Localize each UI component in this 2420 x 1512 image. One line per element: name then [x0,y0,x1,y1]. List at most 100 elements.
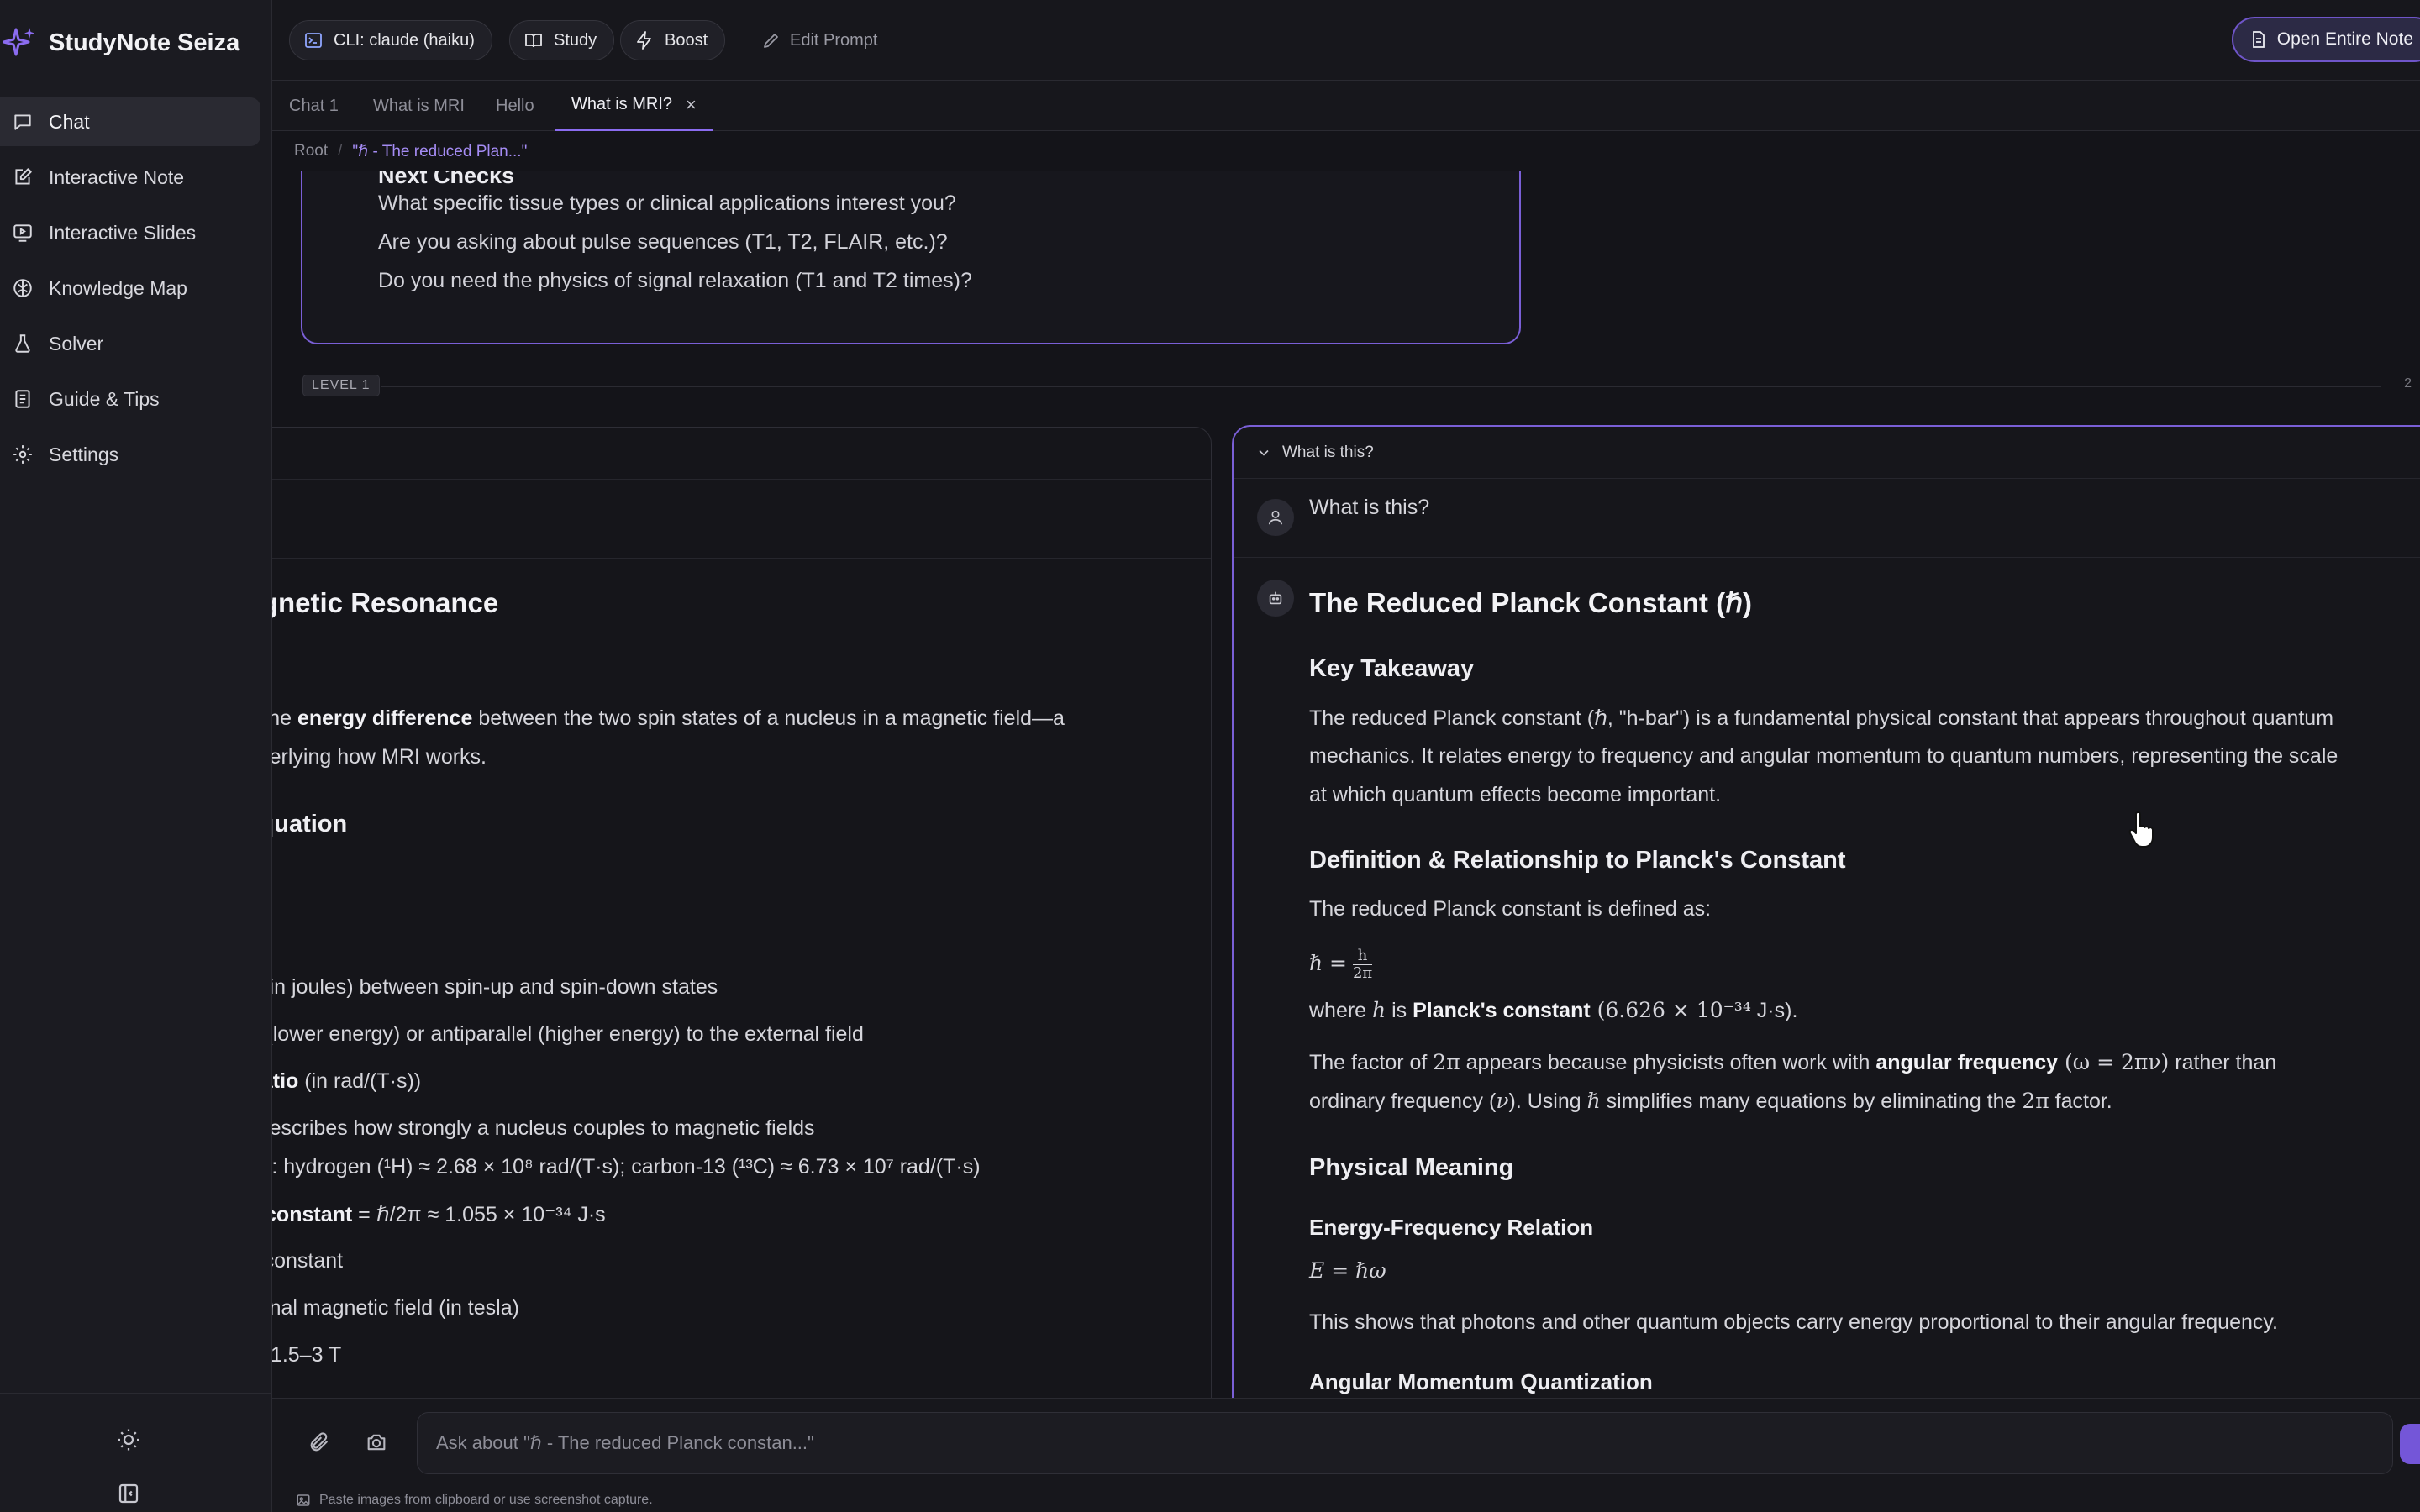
robot-icon [1269,591,1282,605]
math-omega: (ω = 2πν) [2058,1050,2170,1074]
left-panel-title: Magnetic Resonance [272,587,499,618]
left-answer-panel: Magnetic Resonance bes the energy differ… [272,427,1212,1398]
sidebar-bottom [0,1393,272,1512]
math-h: h [1372,998,1386,1022]
key-takeaway-line: mechanics. It relates energy to frequenc… [1309,744,2338,768]
bold-text: angular frequency [1876,1051,2059,1074]
sidebar-item-label: Interactive Slides [49,221,197,244]
open-book-icon [525,34,542,48]
boost-label: Boost [665,30,708,50]
math-hbar: ℏ [1586,1089,1601,1113]
fraction-denominator: 2π [1352,964,1373,982]
tab-what-is-mri[interactable]: What is MRI [356,81,481,131]
fraction: h 2π [1352,948,1373,982]
key-takeaway-line: The reduced Planck constant (ℏ, "h-bar")… [1309,706,2334,730]
edit-prompt-button[interactable]: Edit Prompt [761,20,877,60]
breadcrumb-current[interactable]: "ℏ - The reduced Plan..." [352,142,527,161]
chat-bubble-icon [14,114,31,130]
right-panel-header[interactable]: What is this? [1234,427,2420,479]
bold-text: nck constant [272,1203,353,1226]
left-list-line: external magnetic field (in tesla) [272,1296,519,1320]
left-list-line: nck constant = ℏ/2π ≈ 1.055 × 10⁻³⁴ J·s [272,1202,606,1227]
right-answer-panel: What is this? What is this? The Reduced … [1232,425,2420,1398]
lightning-icon [637,31,651,50]
factor-line-2: ordinary frequency (ν). Using ℏ simplifi… [1309,1089,2112,1114]
math-2pi: 2π [1433,1050,1460,1074]
slides-icon [13,224,32,242]
text: bes the [272,706,292,730]
sidebar-item-guide-tips[interactable]: Guide & Tips [0,375,260,423]
top-toolbar: CLI: claude (haiku) Study Boost Edit Pro… [272,0,2420,81]
camera-icon[interactable] [365,1431,388,1454]
chat-input[interactable]: Ask about "ℏ - The reduced Planck consta… [417,1412,2393,1474]
sidebar-item-solver[interactable]: Solver [0,319,260,368]
sun-icon[interactable] [116,1427,141,1452]
bold-text: Planck's constant [1413,999,1591,1022]
math-nu: ν [1496,1089,1509,1113]
tab-chat-1[interactable]: Chat 1 [272,81,355,131]
gear-icon [13,445,32,464]
key-takeaway-heading: Key Takeaway [1309,655,1475,682]
level-count: 2 [2404,376,2412,391]
terminal-icon [305,33,322,48]
next-check-item: What specific tissue types or clinical a… [378,192,956,215]
paperclip-icon[interactable] [308,1431,331,1454]
user-icon [1268,510,1283,525]
left-intro-line-2: t underlying how MRI works. [272,745,487,769]
tab-label: Hello [496,96,534,115]
angular-momentum-heading: Angular Momentum Quantization [1309,1369,1653,1394]
assistant-avatar [1257,580,1294,617]
text: where [1309,999,1373,1022]
send-button[interactable] [2400,1424,2420,1464]
document-icon [2252,31,2265,48]
pencil-icon [764,34,778,48]
text: ). Using [1508,1089,1587,1113]
sidebar-item-interactive-note[interactable]: Interactive Note [0,153,260,202]
boost-button[interactable]: Boost [620,20,726,60]
composer-hint-text: Paste images from clipboard or use scree… [319,1493,653,1507]
tab-label: What is MRI [373,96,465,115]
formula-lhs: ℏ = [1309,951,1347,976]
study-button[interactable]: Study [509,20,615,60]
sidebar-item-label: Interactive Note [49,165,185,188]
collapse-sidebar-icon[interactable] [116,1481,141,1506]
text: factor. [2049,1089,2112,1113]
sparkle-logo-icon [3,28,34,56]
close-tab-icon[interactable]: × [686,94,697,116]
key-takeaway-line: at which quantum effects become importan… [1309,783,1722,806]
tab-what-is-mri-active[interactable]: What is MRI? × [555,81,713,131]
sidebar: StudyNote Seiza Chat Interactive Note In… [0,0,272,1512]
text: between the two spin states of a nucleus… [472,706,1065,730]
sidebar-item-label: Settings [49,443,119,465]
bold-text: tic ratio [272,1069,299,1093]
level-divider [381,386,2381,387]
bold-text: energy difference [297,706,473,730]
edit-prompt-label: Edit Prompt [790,30,878,50]
right-panel-header-title: What is this? [1282,443,1374,461]
tab-hello[interactable]: Hello [479,81,551,131]
sidebar-item-settings[interactable]: Settings [0,430,260,479]
left-panel-header [272,428,1211,480]
text: simplifies many equations by eliminating… [1600,1089,2023,1113]
definition-heading: Definition & Relationship to Planck's Co… [1309,847,1846,874]
sidebar-item-chat[interactable]: Chat [0,97,260,146]
sidebar-item-knowledge-map[interactable]: Knowledge Map [0,264,260,312]
math-2pi: 2π [2022,1089,2049,1113]
text: J·s). [1750,999,1798,1022]
cli-model-button[interactable]: CLI: claude (haiku) [289,20,492,60]
next-check-item: Are you asking about pulse sequences (T1… [378,230,948,254]
sidebar-nav: Chat Interactive Note Interactive Slides… [0,97,260,486]
text: rather than [2169,1051,2277,1074]
energy-description: This shows that photons and other quantu… [1309,1310,2278,1334]
book-icon [15,390,30,408]
left-list-line: cally 1.5–3 T [272,1343,342,1367]
chevron-down-icon[interactable] [1255,444,1272,461]
study-label: Study [554,30,597,50]
cli-model-label: CLI: claude (haiku) [334,30,475,50]
sidebar-item-interactive-slides[interactable]: Interactive Slides [0,208,260,257]
left-list-line: hat describes how strongly a nucleus cou… [272,1116,815,1140]
breadcrumb-root[interactable]: Root [294,142,328,160]
brand[interactable]: StudyNote Seiza [0,24,239,62]
open-entire-note-button[interactable]: Open Entire Note [2231,17,2420,62]
flask-icon [15,334,30,353]
